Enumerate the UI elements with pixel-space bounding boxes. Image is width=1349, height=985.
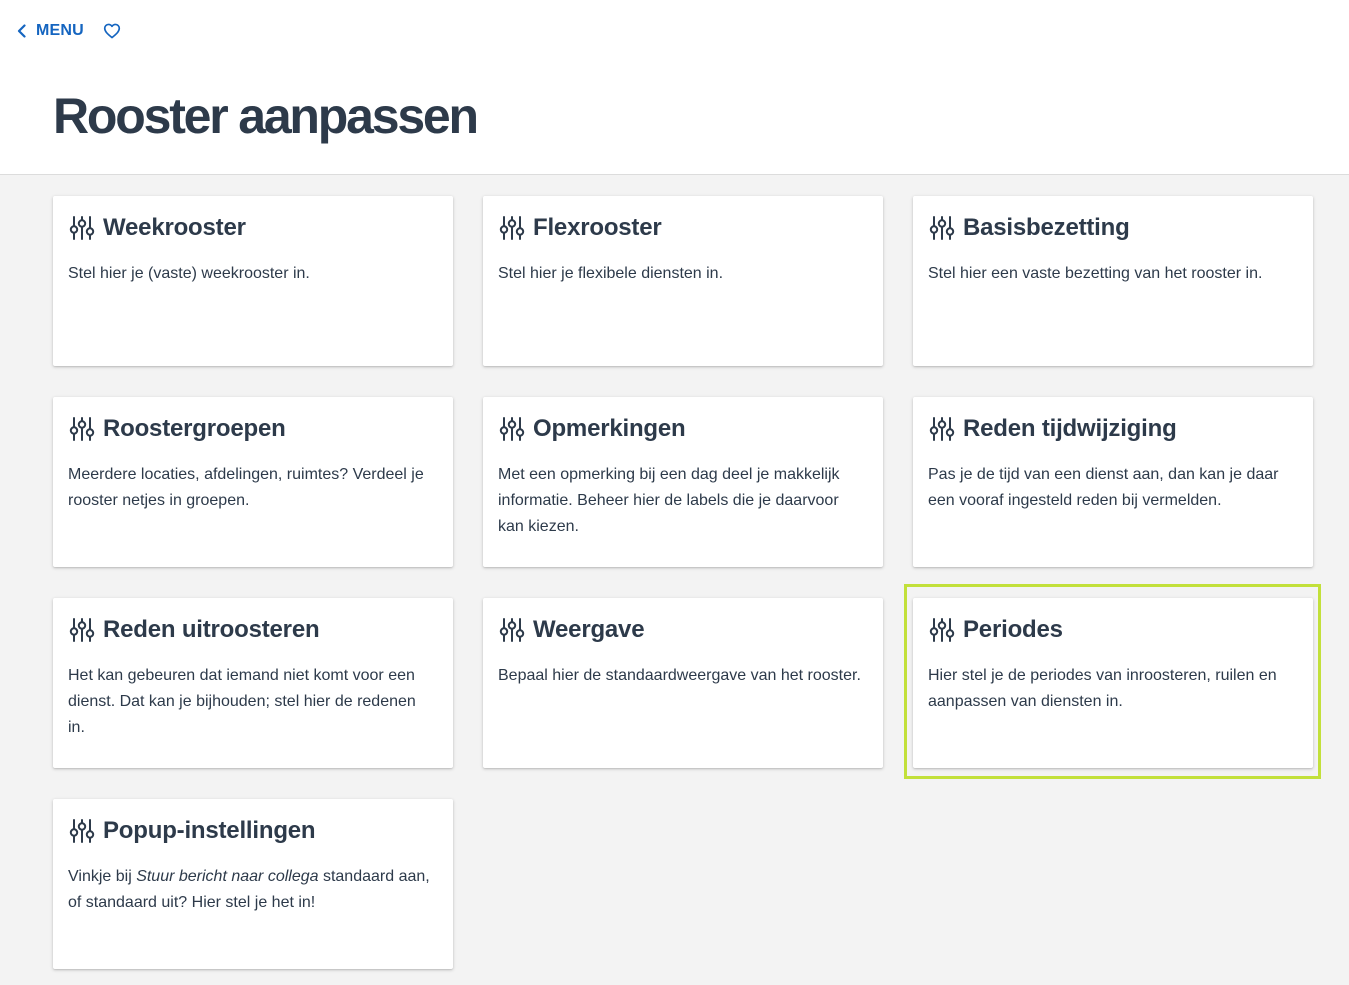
card-description-emphasis: Stuur bericht naar collega <box>136 868 319 885</box>
card-description: Meerdere locaties, afdelingen, ruimtes? … <box>68 466 424 509</box>
sliders-icon <box>69 417 95 441</box>
card-header: Popup-instellingen <box>69 816 316 846</box>
sliders-icon <box>929 618 955 642</box>
card-header: Periodes <box>929 615 1063 645</box>
card-description: Het kan gebeuren dat iemand niet komt vo… <box>68 667 416 736</box>
page-title: Rooster aanpassen <box>53 88 479 144</box>
card-description: Met een opmerking bij een dag deel je ma… <box>498 466 840 535</box>
card-reden-tijdwijziging[interactable]: Reden tijdwijziging Pas je de tijd van e… <box>913 397 1313 567</box>
card-header: Reden tijdwijziging <box>929 414 1177 444</box>
card-header: Basisbezetting <box>929 213 1130 243</box>
card-title: Popup-instellingen <box>103 817 316 844</box>
back-to-menu-link[interactable]: MENU <box>16 20 84 42</box>
sliders-icon <box>929 417 955 441</box>
card-title: Reden tijdwijziging <box>963 415 1177 442</box>
card-title: Reden uitroosteren <box>103 616 320 643</box>
card-opmerkingen[interactable]: Opmerkingen Met een opmerking bij een da… <box>483 397 883 567</box>
card-weergave[interactable]: Weergave Bepaal hier de standaardweergav… <box>483 598 883 768</box>
card-description: Stel hier een vaste bezetting van het ro… <box>928 265 1263 282</box>
card-description-text: Vinkje bij <box>68 868 137 885</box>
sliders-icon <box>499 417 525 441</box>
card-description: Stel hier je flexibele diensten in. <box>498 265 724 282</box>
sliders-icon <box>69 216 95 240</box>
sliders-icon <box>69 819 95 843</box>
card-weekrooster[interactable]: Weekrooster Stel hier je (vaste) weekroo… <box>53 196 453 366</box>
favorite-button[interactable] <box>101 20 123 42</box>
card-description: Stel hier je (vaste) weekrooster in. <box>68 265 310 282</box>
card-periodes[interactable]: Periodes Hier stel je de periodes van in… <box>913 598 1313 768</box>
card-title: Weergave <box>533 616 645 643</box>
card-header: Roostergroepen <box>69 414 286 444</box>
card-description: Hier stel je de periodes van inroosteren… <box>928 667 1277 710</box>
card-description: Vinkje bij Stuur bericht naar collega st… <box>68 864 437 916</box>
card-header: Weekrooster <box>69 213 246 243</box>
card-description: Bepaal hier de standaardweergave van het… <box>498 667 861 684</box>
sliders-icon <box>499 216 525 240</box>
card-header: Opmerkingen <box>499 414 686 444</box>
card-flexrooster[interactable]: Flexrooster Stel hier je flexibele diens… <box>483 196 883 366</box>
sliders-icon <box>69 618 95 642</box>
card-header: Flexrooster <box>499 213 662 243</box>
card-title: Flexrooster <box>533 214 662 241</box>
chevron-left-icon <box>17 24 26 38</box>
card-title: Weekrooster <box>103 214 246 241</box>
card-title: Roostergroepen <box>103 415 286 442</box>
card-basisbezetting[interactable]: Basisbezetting Stel hier een vaste bezet… <box>913 196 1313 366</box>
card-popup-instellingen[interactable]: Popup-instellingen Vinkje bij Stuur beri… <box>53 799 453 969</box>
card-description: Pas je de tijd van een dienst aan, dan k… <box>928 466 1279 509</box>
card-header: Reden uitroosteren <box>69 615 320 645</box>
page-header: MENU Rooster aanpassen <box>0 0 1349 175</box>
card-reden-uitroosteren[interactable]: Reden uitroosteren Het kan gebeuren dat … <box>53 598 453 768</box>
card-header: Weergave <box>499 615 645 645</box>
card-roostergroepen[interactable]: Roostergroepen Meerdere locaties, afdeli… <box>53 397 453 567</box>
heart-outline-icon <box>103 23 121 39</box>
sliders-icon <box>499 618 525 642</box>
card-title: Opmerkingen <box>533 415 686 442</box>
card-title: Periodes <box>963 616 1063 643</box>
card-title: Basisbezetting <box>963 214 1130 241</box>
sliders-icon <box>929 216 955 240</box>
menu-link-label: MENU <box>36 22 84 39</box>
